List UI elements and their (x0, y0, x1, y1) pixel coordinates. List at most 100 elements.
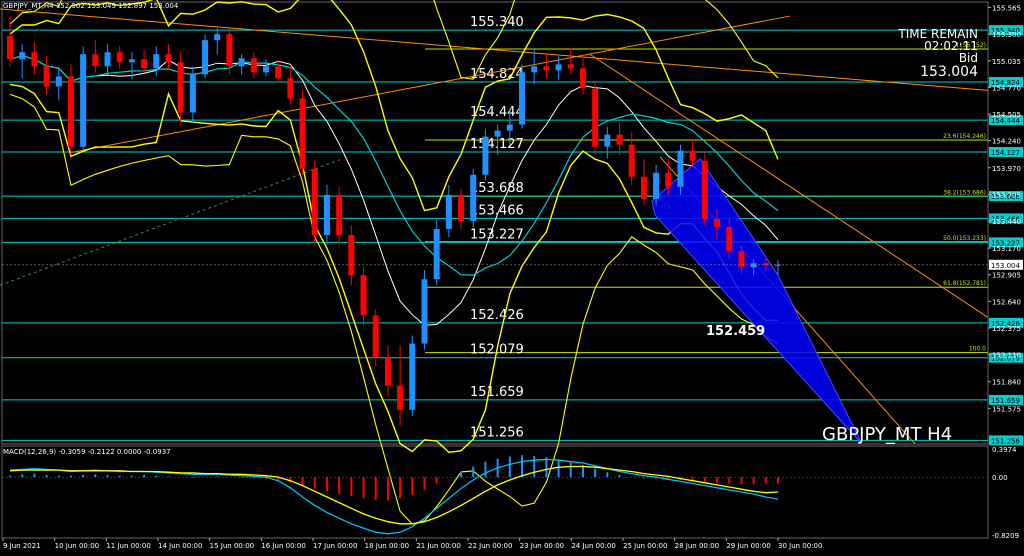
candle-bear (92, 54, 99, 67)
chart-background (0, 0, 1024, 552)
price-tick-label: 154.770 (992, 84, 1021, 92)
candle-bear (616, 134, 623, 145)
candle-bull (519, 72, 525, 125)
time-tick-label: 17 Jun 00:00 (313, 542, 357, 550)
candle-bear (348, 235, 355, 276)
candle-bear (43, 66, 50, 87)
level-label: 155.340 (470, 15, 524, 30)
price-tick-label: 151.840 (992, 379, 1021, 387)
candle-bear (543, 66, 550, 71)
candle-bear (141, 59, 148, 69)
price-tick-label: 152.905 (992, 272, 1021, 280)
candle-bear (67, 76, 74, 147)
bid-value: 153.004 (920, 64, 978, 80)
candle-bull (153, 54, 160, 69)
price-tick-label: 152.375 (992, 325, 1021, 333)
time-tick-label: 15 Jun 00:00 (210, 542, 254, 550)
candle-bear (458, 194, 465, 221)
candle-bear (275, 66, 282, 79)
candle-bear (384, 357, 391, 386)
trading-chart[interactable]: (155.152) 23.6(154.246) 38.2(153.686) 50.0(… (0, 0, 1024, 552)
fib-level-label: 61.8(152.781) (943, 280, 986, 287)
candle-bull (445, 194, 452, 230)
price-tick-label: 151.575 (992, 405, 1021, 413)
fib-level-label: 50.0(153.233) (943, 235, 986, 242)
candle-bull (750, 263, 757, 268)
candle-bear (299, 98, 306, 169)
time-tick-label: 16 Jun 00:00 (261, 542, 305, 550)
candle-bull (55, 76, 62, 87)
candle-bull (80, 54, 87, 147)
chart-canvas[interactable]: (155.152)23.6(154.246)38.2(153.686)50.0(… (0, 0, 1024, 552)
candle-bear (665, 172, 672, 187)
candle-bear (397, 385, 404, 410)
level-label: 151.659 (470, 385, 524, 400)
time-tick-label: 30 Jun 00:00 (778, 542, 822, 550)
candle-bull (494, 130, 501, 137)
time-tick-label: 21 Jun 00:00 (416, 542, 460, 550)
price-tick-label: 153.170 (992, 245, 1021, 253)
macd-tick-label: 0.00 (992, 474, 1008, 482)
chart-header: GBPJPY_MT,H4 152.902 153.049 152.897 153… (3, 2, 179, 10)
candle-bull (677, 150, 684, 187)
candle-bull (409, 343, 416, 410)
candle-bull (263, 66, 269, 73)
price-tick-label: 155.565 (992, 5, 1021, 13)
candle-bull (482, 136, 489, 175)
candle-bear (7, 36, 13, 60)
candle-bear (226, 34, 233, 67)
candle-bear (689, 150, 696, 161)
candle-bear (579, 68, 586, 89)
candle-bull (189, 74, 196, 113)
fib-level-label: 23.6(154.246) (943, 133, 986, 140)
candle-bear (311, 168, 318, 236)
candle-bear (116, 52, 123, 63)
price-tick-label: 154.505 (992, 111, 1021, 119)
candle-bear (701, 160, 708, 219)
candle-bull (421, 279, 428, 344)
candle-bull (323, 194, 330, 236)
candle-bear (640, 176, 647, 199)
candle-bear (628, 144, 635, 177)
candle-bull (128, 59, 135, 63)
candle-bull (604, 134, 611, 147)
candle-bear (250, 58, 257, 73)
time-tick-label: 28 Jun 00:00 (675, 542, 719, 550)
candle-bear (372, 315, 379, 358)
level-label: 154.127 (470, 137, 524, 152)
candle-bull (238, 58, 245, 67)
candle-bull (214, 34, 221, 41)
symbol-watermark: GBPJPY_MT H4 (822, 424, 952, 445)
price-tick-label: 154.240 (992, 138, 1021, 146)
level-price-tag-text: 151.659 (991, 397, 1020, 405)
candle-bear (177, 62, 184, 113)
time-tick-label: 22 Jun 00:00 (468, 542, 512, 550)
price-tick-label: 152.640 (992, 298, 1021, 306)
candle-bear (714, 218, 721, 228)
candle-bear (336, 194, 343, 236)
time-tick-label: 23 Jun 00:00 (520, 542, 564, 550)
candle-bear (287, 78, 294, 99)
macd-tick-label: 0.3974 (992, 446, 1017, 454)
candle-bull (531, 66, 538, 73)
candle-bull (555, 64, 562, 71)
time-tick-label: 18 Jun 00:00 (365, 542, 409, 550)
candle-bull (653, 172, 660, 199)
time-tick-label: 25 Jun 00:00 (623, 542, 667, 550)
candle-bear (592, 88, 599, 147)
candle-bull (19, 52, 26, 60)
candle-bear (567, 64, 574, 69)
price-tick-label: 155.300 (992, 31, 1021, 39)
pattern-target-label: 152.459 (706, 324, 765, 339)
price-tick-label: 153.705 (992, 191, 1021, 199)
level-price-tag-text: 151.256 (991, 437, 1020, 445)
time-tick-label: 11 Jun 00:00 (106, 542, 150, 550)
macd-tick-label: -0.8209 (992, 532, 1019, 540)
candle-bull (506, 124, 513, 131)
time-tick-label: 24 Jun 00:00 (571, 542, 615, 550)
time-tick-label: 29 Jun 00:00 (726, 542, 770, 550)
level-price-tag-text: 154.127 (991, 149, 1020, 157)
fib-level-label: 38.2(153.686) (943, 189, 986, 196)
price-tick-label: 153.970 (992, 165, 1021, 173)
candle-bear (360, 275, 367, 316)
